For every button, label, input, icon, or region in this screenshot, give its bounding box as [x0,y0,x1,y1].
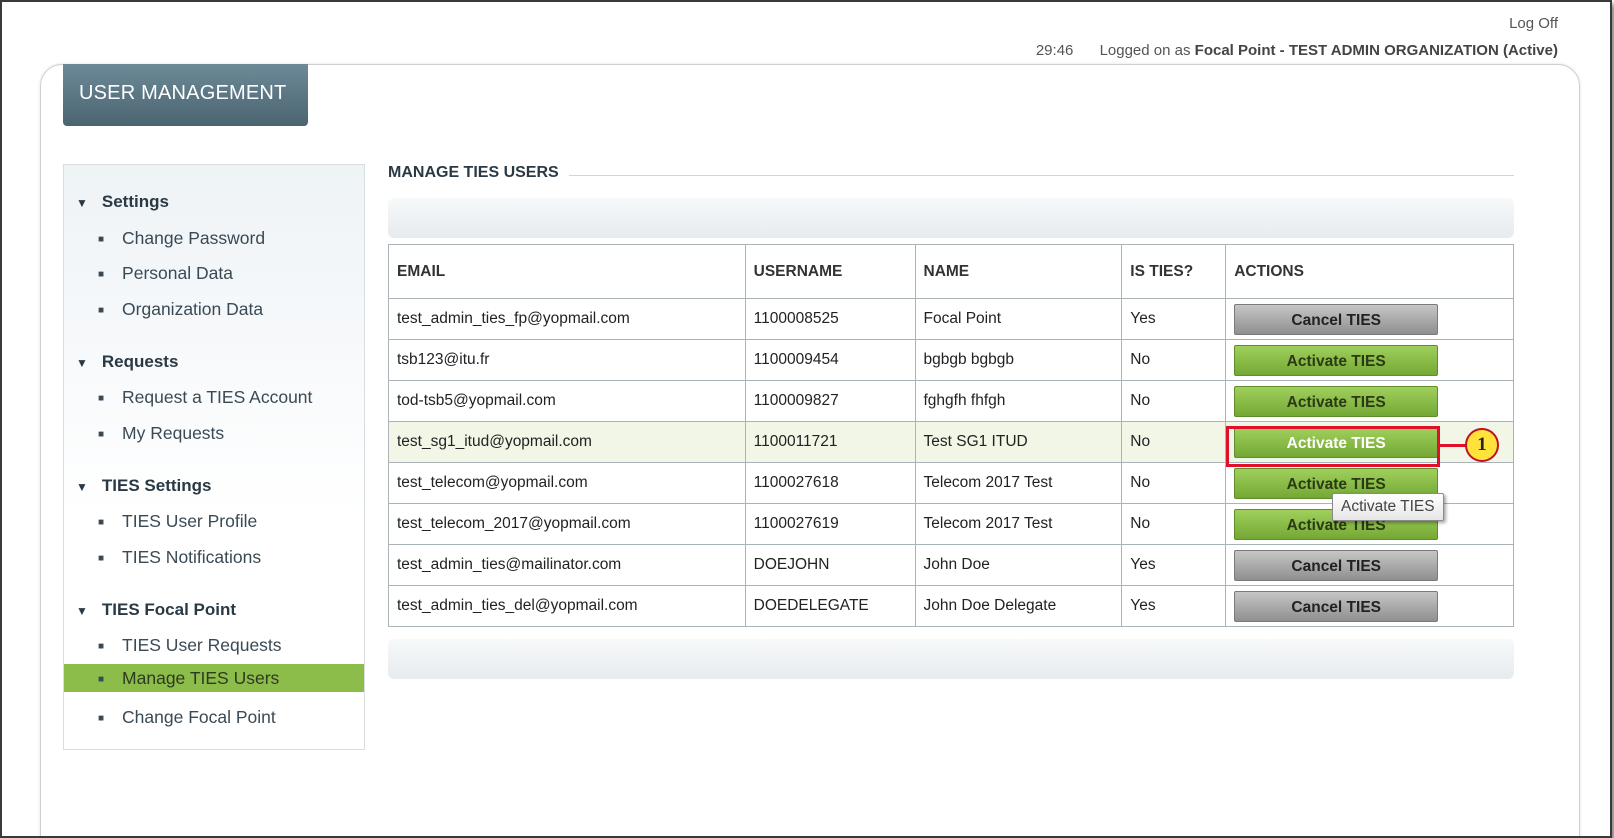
sidebar-section-ties-focal-point[interactable]: ▼ TIES Focal Point [76,600,236,620]
bullet-icon: ■ [98,234,105,245]
callout-highlight-box [1226,426,1440,467]
col-header-is-ties: IS TIES? [1121,244,1227,299]
sidebar-item-personal-data[interactable]: ■ Personal Data [64,256,364,290]
cell-is-ties: No [1121,421,1227,463]
bullet-icon: ■ [98,393,105,404]
cell-is-ties: No [1121,503,1227,545]
sidebar-item-my-requests[interactable]: ■ My Requests [64,416,364,450]
bullet-icon: ■ [98,641,105,652]
cancel-ties-button[interactable]: Cancel TIES [1234,549,1439,581]
sidebar-section-settings[interactable]: ▼ Settings [76,192,169,212]
sidebar-item-ties-user-profile[interactable]: ■ TIES User Profile [64,504,364,538]
cell-email: tod-tsb5@yopmail.com [388,380,746,422]
cell-email: tsb123@itu.fr [388,339,746,381]
cell-username: DOEDELEGATE [744,585,916,627]
cell-name: Telecom 2017 Test [914,462,1123,504]
bullet-icon: ■ [98,674,105,685]
table-row: test_admin_ties_fp@yopmail.com 110000852… [388,298,1514,340]
bullet-icon: ■ [98,269,105,280]
activate-ties-button[interactable]: Activate TIES [1234,344,1439,376]
bullet-icon: ■ [98,305,105,316]
sidebar-section-requests[interactable]: ▼ Requests [76,352,178,372]
bullet-icon: ■ [98,517,105,528]
sidebar-item-change-focal-point[interactable]: ■ Change Focal Point [64,700,364,734]
cell-username: 1100027618 [744,462,916,504]
cell-email: test_sg1_itud@yopmail.com [388,421,746,463]
cell-is-ties: Yes [1121,585,1227,627]
bullet-icon: ■ [98,429,105,440]
callout-number-badge: 1 [1465,428,1499,462]
cancel-ties-button[interactable]: Cancel TIES [1234,303,1439,335]
cell-username: 1100008525 [744,298,916,340]
col-header-email: EMAIL [388,244,746,299]
cell-is-ties: Yes [1121,298,1227,340]
cell-is-ties: Yes [1121,544,1227,586]
logoff-link[interactable]: Log Off [1509,15,1558,32]
cell-username: 1100009827 [744,380,916,422]
cell-name: John Doe [914,544,1123,586]
sidebar-item-manage-ties-users[interactable]: ■ Manage TIES Users [64,664,364,692]
table-row: test_admin_ties_del@yopmail.com DOEDELEG… [388,585,1514,627]
cell-name: Test SG1 ITUD [914,421,1123,463]
col-header-username: USERNAME [744,244,916,299]
session-status: 29:46 Logged on as Focal Point - TEST AD… [1036,42,1558,59]
user-management-tab[interactable]: USER MANAGEMENT [63,64,308,126]
cell-actions: Cancel TIES [1225,544,1514,586]
cell-name: Telecom 2017 Test [914,503,1123,545]
cell-is-ties: No [1121,339,1227,381]
cell-username: 1100027619 [744,503,916,545]
sidebar-item-ties-notifications[interactable]: ■ TIES Notifications [64,540,364,574]
table-row: tsb123@itu.fr 1100009454 bgbgb bgbgb No … [388,339,1514,381]
table-top-band [388,198,1514,238]
sidebar-item-request-ties-account[interactable]: ■ Request a TIES Account [64,380,364,414]
cell-is-ties: No [1121,462,1227,504]
cell-name: bgbgb bgbgb [914,339,1123,381]
cell-actions: Cancel TIES [1225,298,1514,340]
activate-ties-button[interactable]: Activate TIES [1234,385,1439,417]
col-header-name: NAME [914,244,1123,299]
screenshot-frame: Log Off 29:46 Logged on as Focal Point -… [0,0,1612,838]
sidebar-item-change-password[interactable]: ■ Change Password [64,221,364,255]
cell-username: DOEJOHN [744,544,916,586]
sidebar-item-organization-data[interactable]: ■ Organization Data [64,292,364,326]
cell-name: Focal Point [914,298,1123,340]
bullet-icon: ■ [98,713,105,724]
table-row: tod-tsb5@yopmail.com 1100009827 fghgfh f… [388,380,1514,422]
collapse-triangle-icon: ▼ [76,356,88,370]
cell-actions: Activate TIES [1225,380,1514,422]
collapse-triangle-icon: ▼ [76,196,88,210]
cell-username: 1100009454 [744,339,916,381]
table-bottom-band [388,639,1514,679]
cell-name: John Doe Delegate [914,585,1123,627]
bullet-icon: ■ [98,553,105,564]
cell-email: test_admin_ties_del@yopmail.com [388,585,746,627]
sidebar-item-ties-user-requests[interactable]: ■ TIES User Requests [64,628,364,662]
table-header-row: EMAIL USERNAME NAME IS TIES? ACTIONS [388,244,1514,299]
collapse-triangle-icon: ▼ [76,604,88,618]
activate-ties-tooltip: Activate TIES [1332,493,1444,521]
callout-connector [1440,444,1466,447]
cancel-ties-button[interactable]: Cancel TIES [1234,590,1439,622]
cell-username: 1100011721 [744,421,916,463]
page-title: MANAGE TIES USERS [388,164,569,181]
sidebar-section-ties-settings[interactable]: ▼ TIES Settings [76,476,211,496]
cell-email: test_admin_ties@mailinator.com [388,544,746,586]
cell-is-ties: No [1121,380,1227,422]
cell-name: fghgfh fhfgh [914,380,1123,422]
sidebar: ▼ Settings ■ Change Password ■ Personal Dat… [63,164,365,750]
session-timer: 29:46 [1035,42,1074,59]
table-row: test_admin_ties@mailinator.com DOEJOHN J… [388,544,1514,586]
cell-email: test_telecom_2017@yopmail.com [388,503,746,545]
cell-actions: Cancel TIES [1225,585,1514,627]
section-title-row: MANAGE TIES USERS [388,164,1514,186]
logged-on-prefix: Logged on as [1099,42,1191,59]
cell-email: test_admin_ties_fp@yopmail.com [388,298,746,340]
cell-email: test_telecom@yopmail.com [388,462,746,504]
collapse-triangle-icon: ▼ [76,480,88,494]
logged-on-user: Focal Point - TEST ADMIN ORGANIZATION (A… [1194,42,1558,59]
cell-actions: Activate TIES [1225,339,1514,381]
col-header-actions: ACTIONS [1225,244,1514,299]
